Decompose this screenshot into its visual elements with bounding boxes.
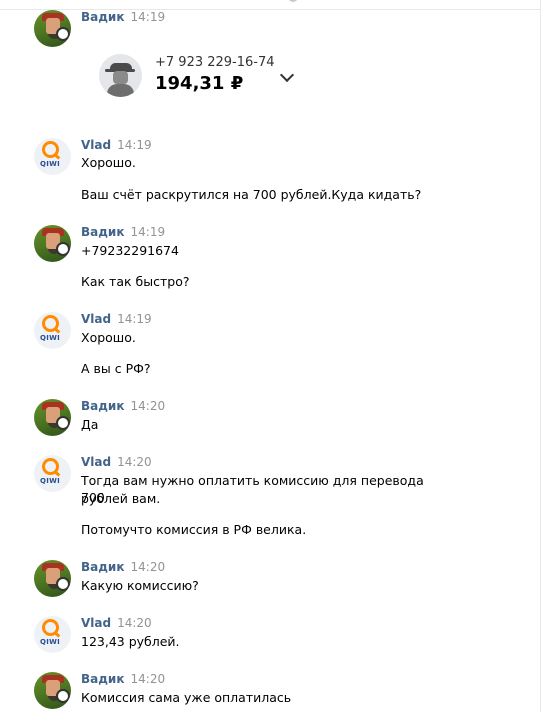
right-divider (540, 0, 541, 712)
message-time[interactable]: 14:19 (117, 138, 152, 152)
author-name[interactable]: Вадик (81, 399, 125, 413)
author-name[interactable]: Vlad (81, 312, 111, 326)
message-time[interactable]: 14:20 (131, 399, 166, 413)
top-divider (0, 0, 540, 10)
avatar[interactable]: QIWI (34, 616, 71, 653)
message-time[interactable]: 14:19 (131, 225, 166, 239)
recipient-avatar (99, 54, 142, 97)
qiwi-logo: QIWI (40, 638, 61, 646)
message-text: Как так быстро? (81, 274, 190, 289)
message-text: Хорошо. (81, 330, 136, 345)
avatar[interactable] (34, 672, 71, 709)
avatar[interactable] (34, 399, 71, 436)
message-time[interactable]: 14:20 (117, 455, 152, 469)
message-text: Комиссия сама уже оплатилась (81, 690, 292, 705)
message-text: Хорошо. (81, 155, 136, 170)
avatar[interactable] (34, 225, 71, 262)
transfer-amount: 194,31 ₽ (155, 73, 244, 94)
avatar[interactable] (34, 560, 71, 597)
message-time[interactable]: 14:20 (117, 616, 152, 630)
author-name[interactable]: Вадик (81, 225, 125, 239)
message-text: +79232291674 (81, 243, 179, 258)
message-text: Какую комиссию? (81, 578, 199, 593)
qiwi-logo: QIWI (40, 334, 61, 342)
message-text: 123,43 рублей. (81, 634, 180, 649)
scroll-indicator (288, 0, 298, 2)
author-name[interactable]: Вадик (81, 10, 125, 24)
author-name[interactable]: Вадик (81, 560, 125, 574)
author-name[interactable]: Vlad (81, 455, 111, 469)
qiwi-logo: QIWI (40, 477, 61, 485)
author-name[interactable]: Vlad (81, 616, 111, 630)
message-time[interactable]: 14:20 (131, 560, 166, 574)
avatar[interactable]: QIWI (34, 138, 71, 175)
message-time[interactable]: 14:20 (131, 672, 166, 686)
chevron-down-icon[interactable] (279, 67, 295, 83)
message-text: Потомучто комиссия в РФ велика. (81, 522, 307, 537)
message-text: рублей вам. (81, 491, 161, 506)
message-time[interactable]: 14:19 (117, 312, 152, 326)
avatar[interactable]: QIWI (34, 455, 71, 492)
avatar[interactable]: QIWI (34, 312, 71, 349)
author-name[interactable]: Vlad (81, 138, 111, 152)
message-text: А вы с РФ? (81, 361, 151, 376)
message-text: Да (81, 417, 99, 432)
message-time[interactable]: 14:19 (131, 10, 166, 24)
message-text: Ваш счёт раскрутился на 700 рублей.Куда … (81, 187, 422, 202)
avatar[interactable] (34, 10, 71, 47)
author-name[interactable]: Вадик (81, 672, 125, 686)
qiwi-logo: QIWI (40, 160, 61, 168)
transfer-phone: +7 923 229-16-74 (155, 55, 275, 70)
